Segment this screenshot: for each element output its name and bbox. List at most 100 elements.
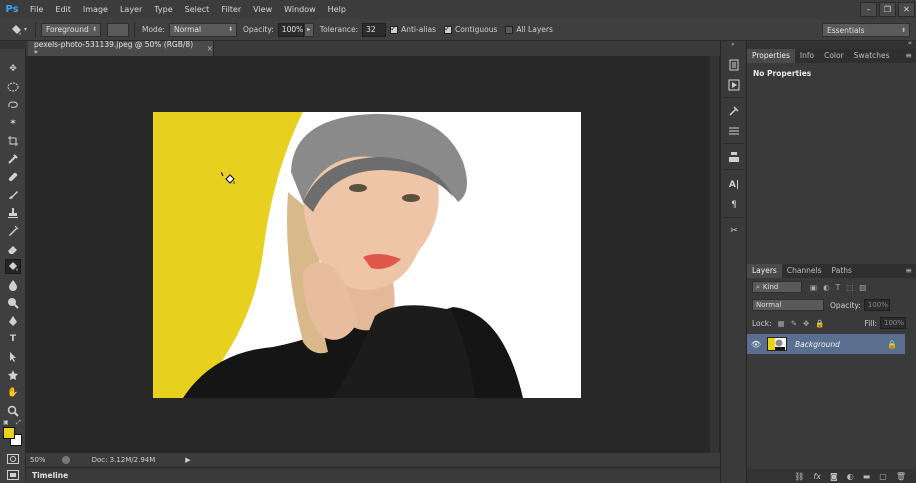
tab-layers[interactable]: Layers [747,264,782,278]
lasso-tool-icon[interactable] [5,97,21,112]
menu-help[interactable]: Help [322,0,352,19]
history-brush-tool-icon[interactable] [5,223,21,238]
new-layer-icon[interactable]: ▢ [879,472,887,481]
menu-type[interactable]: Type [148,0,178,19]
adjustment-layer-icon[interactable]: ◐ [847,472,854,481]
add-mask-icon[interactable]: ◙ [830,472,838,481]
minimize-button[interactable]: – [860,2,877,17]
blur-tool-icon[interactable] [5,277,21,292]
chevron-right-icon: ▸ [307,26,311,33]
opacity-slider-toggle[interactable]: ▸ [303,22,314,37]
timeline-panel-tab[interactable]: Timeline [26,467,720,483]
layer-fill-input[interactable]: 100% [880,317,906,329]
pen-tool-icon[interactable] [5,313,21,328]
default-colors-icon[interactable]: ▣ [3,419,9,426]
collapse-arrows-icon[interactable]: » [731,41,735,48]
path-selection-tool-icon[interactable] [5,349,21,364]
tab-paths[interactable]: Paths [827,264,857,278]
quick-mask-icon[interactable] [5,451,21,466]
mode-select[interactable]: Normal ⬍ [168,22,237,37]
character-panel-icon[interactable]: A| [726,177,742,192]
screen-mode-icon[interactable] [5,467,21,482]
marquee-tool-icon[interactable] [5,79,21,94]
layer-opacity-input[interactable]: 100% [863,299,890,311]
menu-image[interactable]: Image [77,0,114,19]
status-menu-arrow-icon[interactable]: ▶ [185,456,190,464]
lock-icons[interactable]: ▦✎✥🔒 [778,319,831,328]
custom-shape-tool-icon[interactable] [5,367,21,382]
kind-value: Kind [762,283,779,291]
tab-channels[interactable]: Channels [782,264,827,278]
tab-swatches[interactable]: Swatches [849,49,895,63]
panel-menu-icon[interactable]: ≡ [905,49,916,63]
trash-icon[interactable]: 🗑 [896,472,906,481]
contiguous-checkbox[interactable] [443,24,452,34]
tool-presets-panel-icon[interactable]: ✂ [726,223,742,238]
workspace-select[interactable]: Essentials ⬍ [822,23,910,37]
eraser-tool-icon[interactable] [5,241,21,256]
swap-colors-icon[interactable]: ⤢ [16,419,21,427]
dodge-tool-icon[interactable] [5,295,21,310]
pattern-picker[interactable] [107,22,129,37]
document-canvas[interactable] [153,112,581,398]
menu-edit[interactable]: Edit [49,0,77,19]
all-layers-checkbox[interactable] [505,25,514,34]
menu-layer[interactable]: Layer [114,0,148,19]
panel-header-strip[interactable]: « [747,39,916,49]
healing-brush-tool-icon[interactable] [5,169,21,184]
history-panel-icon[interactable] [726,57,742,72]
vertical-scrollbar[interactable] [710,56,719,453]
layer-row-background[interactable]: 👁 Background 🔒 [747,334,905,354]
move-tool-icon[interactable]: ✥ [5,61,21,76]
antialias-checkbox[interactable] [390,24,399,34]
tab-info[interactable]: Info [795,49,819,63]
crop-tool-icon[interactable] [5,133,21,148]
brush-preset-panel-icon[interactable] [726,103,742,118]
opacity-input[interactable]: 100% [277,22,304,37]
paragraph-panel-icon[interactable]: ¶ [726,197,742,212]
document-tab[interactable]: pexels-photo-531139.jpeg @ 50% (RGB/8) *… [28,40,214,58]
layer-style-icon[interactable]: fx [813,472,821,481]
toolbar-header[interactable] [0,41,26,49]
link-layers-icon[interactable]: ⛓ [794,472,804,481]
status-info-icon[interactable] [61,456,70,464]
close-button[interactable]: ✕ [898,2,915,17]
collapse-arrows-icon[interactable]: « [908,39,912,47]
menu-window[interactable]: Window [278,0,322,19]
eyedropper-tool-icon[interactable] [5,151,21,166]
tab-properties[interactable]: Properties [747,49,795,63]
zoom-level[interactable]: 50% [30,456,46,464]
fill-source-select[interactable]: Foreground ⬍ [41,22,101,37]
eye-icon[interactable]: 👁 [747,340,765,349]
foreground-color-swatch[interactable] [3,427,15,439]
filter-icons[interactable]: ▣◐T⬚▥ [810,283,872,292]
menu-filter[interactable]: Filter [215,0,247,19]
clone-stamp-tool-icon[interactable] [5,205,21,220]
brush-tool-icon[interactable] [5,187,21,202]
layer-filter-row: ⌕ Kind ▣◐T⬚▥ [747,278,916,296]
new-group-icon[interactable]: ▬ [863,472,871,481]
tolerance-input[interactable]: 32 [362,22,387,37]
panel-menu-icon[interactable]: ≡ [905,264,916,278]
menu-view[interactable]: View [247,0,278,19]
chevron-down-icon: ▾ [23,26,27,33]
menu-file[interactable]: File [24,0,49,19]
clone-source-panel-icon[interactable] [726,149,742,164]
zoom-tool-icon[interactable] [5,403,21,418]
layer-kind-filter[interactable]: ⌕ Kind [752,281,802,293]
menu-select[interactable]: Select [179,0,216,19]
restore-button[interactable]: ❐ [879,2,896,17]
tab-color[interactable]: Color [819,49,849,63]
layer-name[interactable]: Background [795,340,840,349]
all-layers-label: All Layers [516,25,553,34]
close-document-icon[interactable]: × [207,44,213,53]
brush-panel-icon[interactable] [726,123,742,138]
type-tool-icon[interactable]: T [5,331,21,346]
chevron-updown-icon: ⬍ [91,26,97,33]
tool-preset-picker[interactable]: ▾ [6,22,30,38]
blend-mode-select[interactable]: Normal [752,299,824,311]
paint-bucket-tool-icon[interactable] [5,259,21,274]
actions-panel-icon[interactable] [726,77,742,92]
hand-tool-icon[interactable]: ✋ [5,385,21,400]
magic-wand-tool-icon[interactable]: ✶ [5,115,21,130]
